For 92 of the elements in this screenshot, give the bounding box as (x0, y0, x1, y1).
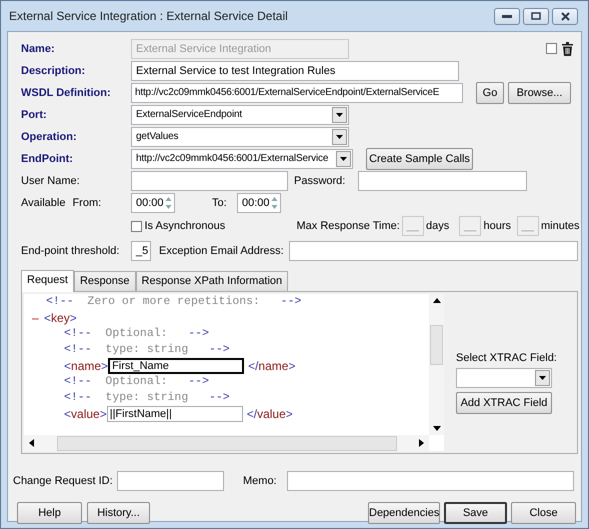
value-field[interactable]: First_Name (108, 358, 244, 374)
caret-icon (336, 112, 343, 116)
value-field[interactable]: ||FirstName|| (106, 406, 243, 422)
field-label: EndPoint: (21, 152, 74, 164)
scroll-left-icon[interactable] (29, 439, 34, 447)
comment-text: type: string (105, 391, 188, 404)
comment-text: Optional: (105, 327, 168, 340)
dropdown-button[interactable] (535, 370, 550, 386)
comment-open: <!-- (64, 327, 92, 340)
caret-icon (340, 156, 347, 160)
field-label: WSDL Definition: (21, 86, 112, 98)
select-checkbox[interactable] (546, 43, 557, 54)
field-label: minutes (541, 220, 581, 232)
field-label: Change Request ID: (13, 474, 114, 486)
scroll-up-icon[interactable] (432, 298, 440, 303)
field-label: End-point threshold: (21, 245, 120, 257)
browse-button[interactable]: Browse... (508, 82, 571, 104)
comment-open: <!-- (64, 391, 92, 404)
comment-open: <!-- (64, 343, 92, 356)
field-label: Password: (294, 174, 346, 186)
field-label: Port: (21, 108, 48, 120)
scroll-right-icon[interactable] (419, 439, 424, 447)
dropdown-button[interactable] (332, 128, 347, 144)
xml-tag: </name> (248, 359, 296, 373)
add-xtrac-field-button[interactable]: Add XTRAC Field (456, 392, 552, 414)
xml-tag: <name> (64, 359, 108, 373)
tab[interactable]: Request (21, 270, 74, 292)
field-label: days (426, 220, 450, 232)
change-request-field[interactable] (117, 470, 224, 490)
asynchronous-checkbox[interactable] (131, 220, 142, 232)
threshold-field[interactable]: _5 (131, 241, 151, 261)
dialog-button[interactable]: Dependencies (368, 502, 440, 524)
tab[interactable]: Response (74, 271, 136, 291)
comment-close: --> (188, 327, 209, 340)
comment-text: Optional: (105, 375, 168, 388)
comment-close: --> (208, 343, 230, 356)
field-label: User Name: (21, 174, 81, 186)
field-label: Description: (21, 64, 86, 76)
dialog-button[interactable]: History... (87, 502, 150, 524)
comment-text: type: string (105, 343, 188, 356)
description-field[interactable]: External Service to test Integration Rules (131, 60, 459, 80)
memo-field[interactable] (287, 470, 574, 490)
field-label: Is Asynchronous (144, 220, 226, 232)
collapse-toggle[interactable]: – (32, 310, 44, 326)
comment-text: Zero or more repetitions: (87, 295, 260, 308)
field-label: hours (484, 220, 512, 232)
caret-icon (539, 376, 546, 380)
dialog-button[interactable]: Help (17, 502, 82, 524)
field-label: To: (212, 196, 228, 208)
minimize-icon[interactable] (494, 8, 520, 24)
scroll-down-icon[interactable] (432, 426, 440, 431)
scrollbar-thumb[interactable] (430, 324, 443, 364)
caret-icon (336, 134, 343, 138)
comment-close: --> (280, 295, 302, 308)
field-label: Memo: (243, 474, 278, 486)
field-label: From: (72, 196, 102, 208)
xtrac-field-dropdown[interactable] (456, 368, 552, 388)
xml-tag: <key> (44, 311, 77, 325)
time-field[interactable]: 00:00 (131, 192, 175, 212)
username-field[interactable] (131, 170, 288, 190)
dialog-button[interactable]: Save (444, 502, 507, 524)
comment-close: --> (208, 391, 230, 404)
dropdown-button[interactable] (332, 106, 347, 122)
trash-icon[interactable] (562, 42, 573, 56)
maximize-icon[interactable] (523, 8, 549, 24)
port-dropdown[interactable]: ExternalServiceEndpoint (131, 104, 349, 124)
comment-close: --> (188, 375, 209, 388)
comment-open: <!-- (64, 375, 92, 388)
password-field[interactable] (358, 170, 527, 190)
comment-open: <!-- (46, 295, 74, 308)
scrollbar-thumb[interactable] (56, 436, 396, 450)
close-icon[interactable] (552, 8, 578, 24)
field-label: Max Response Time: (296, 220, 401, 232)
time-field[interactable]: 00:00 (237, 192, 281, 212)
dropdown-button[interactable] (336, 150, 351, 166)
go-button[interactable]: Go (476, 82, 504, 104)
dialog-button[interactable]: Close (511, 502, 576, 524)
wsdl-field[interactable]: http://vc2c09mmk0456:6001/ExternalServiceEndpoint/ExternalServiceE (131, 82, 463, 102)
endpoint-dropdown[interactable]: http://vc2c09mmk0456:6001/ExternalService (131, 148, 353, 168)
operation-dropdown[interactable]: getValues (131, 126, 349, 146)
tab[interactable]: Response XPath Information (136, 271, 288, 291)
spin-buttons-icon (164, 194, 173, 210)
field-label: Exception Email Address: (159, 245, 285, 257)
field-label: Available (21, 196, 66, 208)
field-label: Name: (21, 42, 56, 54)
window-title: External Service Integration : External Service Detail (9, 9, 289, 23)
xml-tag: <value> (64, 407, 107, 421)
field-label: Operation: (21, 130, 78, 142)
create-sample-calls-button[interactable]: Create Sample Calls (366, 148, 473, 170)
email-field[interactable] (289, 241, 578, 261)
spin-buttons-icon (270, 194, 279, 210)
xml-tag: </value> (246, 407, 293, 421)
